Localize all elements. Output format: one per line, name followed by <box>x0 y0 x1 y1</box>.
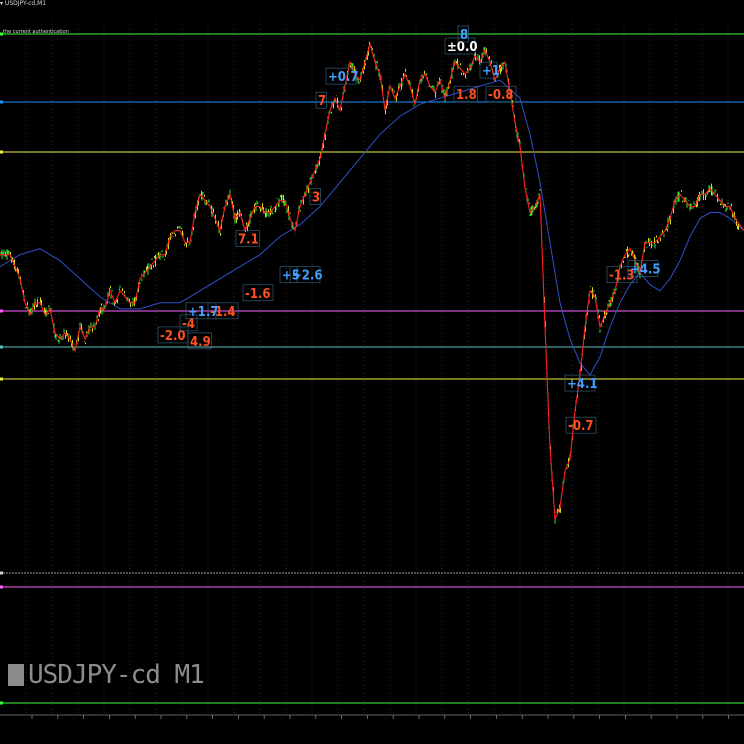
level-marker <box>0 345 3 349</box>
watermark-text: USDJPY-cd M1 <box>28 660 205 690</box>
trade-label: -0.7 <box>568 419 594 434</box>
level-marker <box>0 701 3 705</box>
chart-title-text: USDJPY-cd,M1 <box>4 0 47 7</box>
trade-label: 1.8 <box>456 88 477 103</box>
trade-label: +4.1 <box>567 377 598 392</box>
trade-label: +1 <box>482 64 500 79</box>
level-marker <box>0 585 3 589</box>
level-marker <box>0 100 3 104</box>
trade-label: +0.7 <box>328 70 359 85</box>
price-chart[interactable]: -2.0-44.9-1.4+1.77.1-1.6+5+2.63+0.77±0.0… <box>0 0 744 744</box>
trade-label: 7 <box>318 94 326 109</box>
moving-average-line <box>0 79 744 376</box>
time-axis <box>0 714 744 719</box>
trade-label: +2.6 <box>292 269 323 284</box>
trade-label: 4.9 <box>190 335 211 350</box>
level-marker <box>0 309 3 313</box>
symbol-watermark: USDJPY-cd M1 <box>8 660 205 690</box>
moving-average-layer <box>0 79 744 376</box>
level-marker <box>0 150 3 154</box>
trade-label: +4.5 <box>630 263 661 278</box>
vertical-separators <box>25 20 729 715</box>
chart-title: ▾ USDJPY-cd,M1 <box>0 0 46 7</box>
trade-label: 7.1 <box>238 233 259 248</box>
account-note: the current authentication <box>3 29 69 35</box>
trade-label: 8 <box>460 28 468 43</box>
level-marker <box>0 377 3 381</box>
trade-label: 3 <box>312 190 320 205</box>
level-marker <box>0 571 3 575</box>
trade-labels: -2.0-44.9-1.4+1.77.1-1.6+5+2.63+0.77±0.0… <box>157 25 661 434</box>
level-lines <box>0 32 744 705</box>
watermark-block-icon <box>8 664 24 686</box>
trade-label: -0.8 <box>488 88 514 103</box>
chart-window[interactable]: -2.0 -4 4.9 -1.4 +1.7 7.1 -1.6 +5 +2.6 3 +0.7 7 ±0.0… <box>0 0 744 744</box>
trade-label: +1.7 <box>188 305 219 320</box>
trade-label: -1.6 <box>245 287 271 302</box>
